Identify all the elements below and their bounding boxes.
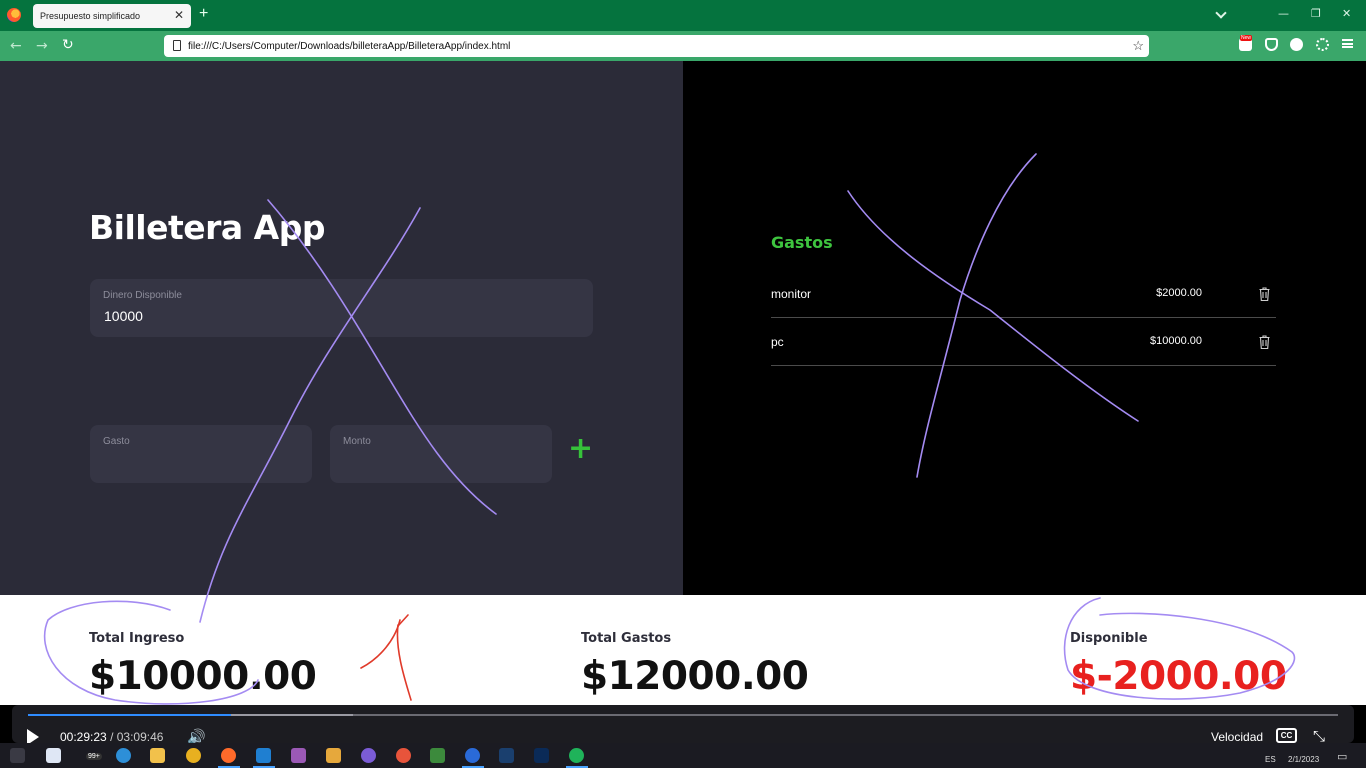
- chrome-icon[interactable]: [186, 748, 201, 763]
- calendar-app-icon[interactable]: [46, 748, 61, 763]
- url-bar[interactable]: file:///C:/Users/Computer/Downloads/bill…: [164, 35, 1149, 57]
- notification-badge: 99+: [86, 753, 102, 760]
- new-tab-button[interactable]: +: [199, 5, 208, 23]
- url-text[interactable]: file:///C:/Users/Computer/Downloads/bill…: [188, 41, 510, 52]
- available-label: Disponible: [1070, 631, 1148, 646]
- available-money-field[interactable]: Dinero Disponible 10000: [90, 279, 593, 337]
- clock-date[interactable]: 2/1/2023: [1288, 755, 1319, 764]
- duration: 03:09:46: [116, 730, 164, 744]
- trash-icon[interactable]: [1259, 287, 1270, 301]
- total-income-value: $10000.00: [89, 654, 317, 699]
- language-indicator[interactable]: ES: [1265, 755, 1276, 764]
- restore-icon[interactable]: ❐: [1311, 7, 1321, 20]
- expense-name: pc: [771, 335, 784, 349]
- vscode-icon[interactable]: [256, 748, 271, 763]
- total-income-label: Total Ingreso: [89, 631, 185, 646]
- expense-amount: $10000.00: [1150, 335, 1202, 347]
- forward-icon[interactable]: →: [36, 38, 48, 54]
- trash-icon[interactable]: [1259, 335, 1270, 349]
- start-icon[interactable]: [10, 748, 25, 763]
- bookmark-star-icon[interactable]: ☆: [1132, 38, 1144, 54]
- app-icon[interactable]: [430, 748, 445, 763]
- video-progress-bar[interactable]: [28, 714, 1338, 716]
- extension-new-badge: New: [1240, 35, 1253, 41]
- menu-icon[interactable]: [1342, 39, 1353, 48]
- app-icon[interactable]: [465, 748, 480, 763]
- total-expenses-label: Total Gastos: [581, 631, 672, 646]
- expense-row: pc $10000.00: [771, 318, 1276, 366]
- minimize-icon[interactable]: —: [1278, 7, 1289, 20]
- expense-name-field[interactable]: Gasto: [90, 425, 312, 483]
- spotify-icon[interactable]: [569, 748, 584, 763]
- expense-name: monitor: [771, 287, 812, 301]
- time-display: 00:29:23 / 03:09:46: [60, 730, 163, 744]
- firefox-icon[interactable]: [7, 8, 21, 22]
- photoshop-icon[interactable]: [534, 748, 549, 763]
- available-money-value[interactable]: 10000: [104, 308, 143, 324]
- time-separator: /: [110, 730, 114, 744]
- expense-row: monitor $2000.00: [771, 270, 1276, 318]
- current-time: 00:29:23: [60, 730, 107, 744]
- app-icon[interactable]: [326, 748, 341, 763]
- add-expense-button[interactable]: +: [568, 434, 593, 464]
- played-fill: [28, 714, 232, 716]
- firefox-taskbar-icon[interactable]: [221, 748, 236, 763]
- notifications-icon[interactable]: ▭: [1337, 750, 1347, 763]
- amount-field[interactable]: Monto: [330, 425, 552, 483]
- video-player-bar: [12, 705, 1354, 743]
- file-explorer-icon[interactable]: [150, 748, 165, 763]
- speed-button[interactable]: Velocidad: [1211, 730, 1263, 744]
- app-icon[interactable]: [396, 748, 411, 763]
- browser-tab[interactable]: Presupuesto simplificado ✕: [33, 4, 191, 28]
- reload-icon[interactable]: ↻: [62, 37, 74, 53]
- settings-icon[interactable]: [1316, 38, 1329, 51]
- back-icon[interactable]: ←: [10, 38, 22, 54]
- captions-button[interactable]: CC: [1276, 728, 1297, 743]
- taskbar: [0, 743, 1366, 768]
- account-icon[interactable]: [1290, 38, 1303, 51]
- close-tab-icon[interactable]: ✕: [174, 8, 184, 22]
- total-expenses-value: $12000.00: [581, 654, 809, 699]
- edge-icon[interactable]: [116, 748, 131, 763]
- expenses-title: Gastos: [771, 233, 833, 252]
- close-window-icon[interactable]: ✕: [1342, 7, 1351, 20]
- amount-label: Monto: [343, 436, 371, 447]
- app-icon[interactable]: [361, 748, 376, 763]
- pocket-icon[interactable]: [1265, 38, 1278, 51]
- tab-title: Presupuesto simplificado: [40, 11, 141, 21]
- page-icon: [173, 40, 181, 51]
- expense-name-label: Gasto: [103, 436, 130, 447]
- app-icon[interactable]: [499, 748, 514, 763]
- available-value: $-2000.00: [1070, 654, 1287, 699]
- page-title: Billetera App: [89, 208, 325, 247]
- expense-amount: $2000.00: [1156, 287, 1202, 299]
- available-money-label: Dinero Disponible: [103, 290, 182, 301]
- figma-icon[interactable]: [291, 748, 306, 763]
